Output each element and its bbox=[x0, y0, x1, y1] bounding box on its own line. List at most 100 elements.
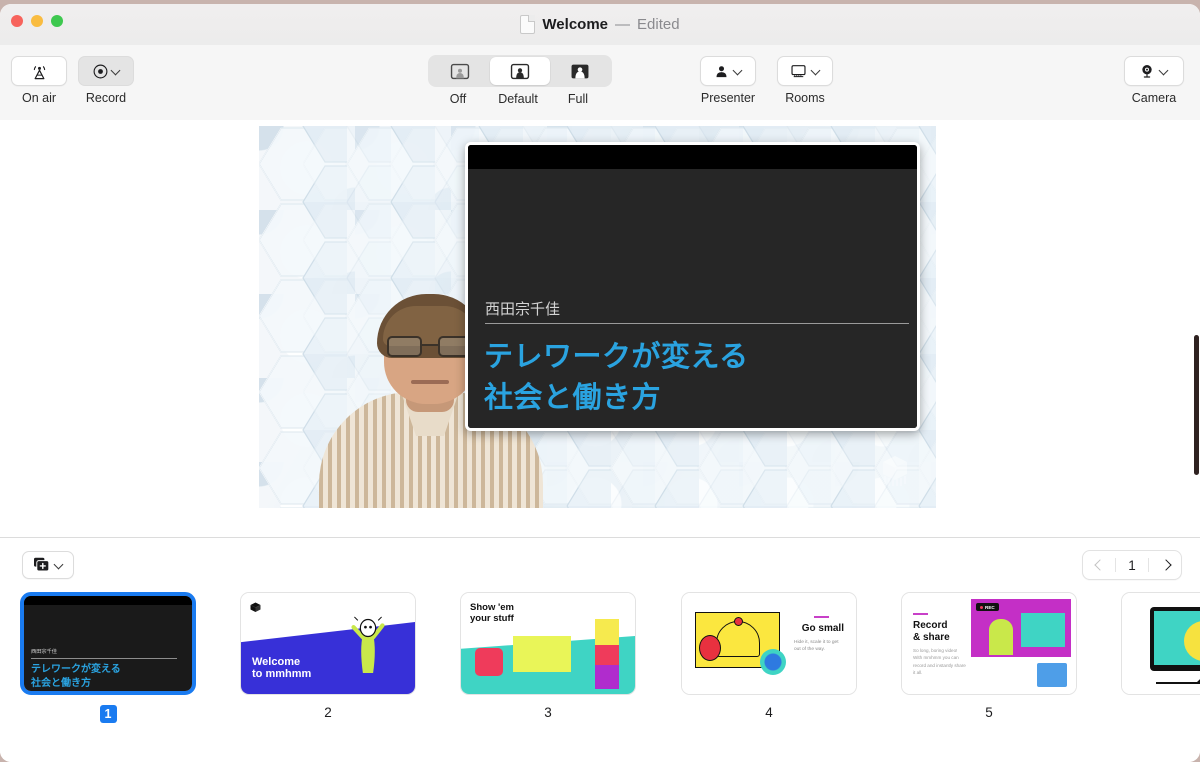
thumb6-monitor-stand bbox=[1196, 669, 1200, 683]
thumb5-blue-inset bbox=[1037, 663, 1067, 687]
glasses-left-lens bbox=[387, 336, 422, 357]
add-slide-chevron-down-icon[interactable] bbox=[55, 561, 64, 570]
presenter-chevron-down-icon[interactable] bbox=[734, 67, 743, 76]
thumb1-divider bbox=[31, 658, 177, 659]
stage-scrollbar-thumb[interactable] bbox=[1194, 335, 1199, 475]
segment-off[interactable] bbox=[430, 57, 490, 85]
slide-number-2: 2 bbox=[324, 705, 332, 720]
thumb4-subtext: Hide it, scale it to get out of the way. bbox=[794, 640, 839, 653]
record-dot-icon bbox=[93, 64, 107, 78]
current-page: 1 bbox=[1116, 551, 1148, 579]
slide-thumbnail-4[interactable]: Go small Hide it, scale it to get out of… bbox=[681, 592, 857, 720]
presenter-label: Presenter bbox=[700, 91, 756, 105]
thumb2-line2: to mmhmm bbox=[252, 668, 312, 681]
stacked-cards-plus-icon bbox=[33, 557, 49, 572]
slide-number-4: 4 bbox=[765, 705, 773, 720]
slide-thumbnail-3[interactable]: Show 'em your stuff 3 bbox=[460, 592, 636, 720]
slide-thumbnail-2-preview[interactable]: Welcome to mmhmm bbox=[240, 592, 416, 695]
thumb1-line1: テレワークが変える bbox=[31, 664, 121, 675]
main-toolbar: On air Record Off Default Full Presenter… bbox=[0, 45, 1200, 120]
thumb2-text: Welcome to mmhmm bbox=[252, 656, 311, 681]
slide-filmstrip: 1 西田宗千佳 テレワークが変える 社会と働き方 1 Welcome to mm… bbox=[0, 538, 1200, 762]
slide-thumbnail-6-preview[interactable] bbox=[1121, 592, 1200, 695]
add-slide-button[interactable] bbox=[22, 551, 74, 579]
presence-mode-group: Off Default Full bbox=[428, 55, 612, 106]
chevron-left-icon bbox=[1095, 561, 1104, 570]
slide-thumbnail-1-preview[interactable]: 西田宗千佳 テレワークが変える 社会と働き方 bbox=[20, 592, 196, 695]
slide-thumbnail-5-preview[interactable]: REC Record & share So long, boring video… bbox=[901, 592, 1077, 695]
presenter-button[interactable] bbox=[700, 56, 756, 86]
thumb1-canvas: 西田宗千佳 テレワークが変える 社会と働き方 bbox=[24, 596, 192, 691]
camera-control[interactable]: Camera bbox=[1124, 56, 1184, 105]
camera-button[interactable] bbox=[1124, 56, 1184, 86]
on-air-button[interactable] bbox=[11, 56, 67, 86]
thumb3-canvas: Show 'em your stuff bbox=[461, 593, 635, 694]
thumb3-text: Show 'em your stuff bbox=[470, 602, 514, 625]
slide-overlay-card[interactable]: 西田宗千佳 テレワークが変える 社会と働き方 bbox=[465, 142, 920, 431]
slide-number-5: 5 bbox=[985, 705, 993, 720]
rooms-control[interactable]: Rooms bbox=[777, 56, 833, 105]
webcam-icon bbox=[1142, 65, 1152, 78]
edited-status: Edited bbox=[637, 16, 680, 33]
stage-scrollbar[interactable] bbox=[1193, 120, 1200, 537]
thumb5-accent-rule bbox=[913, 613, 928, 616]
slide-number-3: 3 bbox=[544, 705, 552, 720]
record-chevron-down-icon[interactable] bbox=[112, 67, 121, 76]
camera-label: Camera bbox=[1131, 91, 1177, 105]
thumb4-circle-badge bbox=[760, 649, 786, 675]
on-air-control[interactable]: On air bbox=[11, 56, 67, 105]
rooms-chevron-down-icon[interactable] bbox=[812, 67, 821, 76]
document-title: Welcome bbox=[542, 16, 609, 33]
thumb5-heading-line1: Record bbox=[913, 620, 948, 631]
thumb4-cherry bbox=[734, 617, 743, 626]
thumb4-canvas: Go small Hide it, scale it to get out of… bbox=[682, 593, 856, 694]
slide-thumbnail-1[interactable]: 西田宗千佳 テレワークが変える 社会と働き方 1 bbox=[20, 592, 196, 723]
rooms-button[interactable] bbox=[777, 56, 833, 86]
thumb6-canvas bbox=[1122, 593, 1200, 694]
segment-default[interactable] bbox=[490, 57, 550, 85]
prev-page-button[interactable] bbox=[1083, 551, 1115, 579]
presence-mode-segmented-control[interactable] bbox=[428, 55, 612, 87]
thumb1-author: 西田宗千佳 bbox=[31, 649, 57, 655]
camera-chevron-down-icon[interactable] bbox=[1160, 67, 1169, 76]
thumb6-monitor bbox=[1150, 607, 1200, 671]
slide-thumbnail-3-preview[interactable]: Show 'em your stuff bbox=[460, 592, 636, 695]
document-icon bbox=[520, 15, 536, 34]
camera-group: Camera bbox=[1124, 56, 1184, 105]
onair-group: On air bbox=[11, 56, 67, 105]
person-frame-default-icon bbox=[510, 63, 530, 79]
slide-heading-1: テレワークが変える bbox=[484, 339, 749, 373]
title-separator: — bbox=[615, 16, 631, 33]
presenter-control[interactable]: Presenter bbox=[700, 56, 756, 105]
slide-thumbnail-list: 西田宗千佳 テレワークが変える 社会と働き方 1 Welcome to mmhm… bbox=[0, 592, 1200, 752]
thumb4-heading: Go small bbox=[801, 623, 844, 634]
thumb5-subtext: So long, boring video! With mmhmm you ca… bbox=[913, 648, 966, 676]
broadcast-tower-icon bbox=[33, 65, 45, 79]
video-preview[interactable]: 西田宗千佳 テレワークが変える 社会と働き方 bbox=[259, 126, 936, 508]
segment-default-label: Default bbox=[498, 92, 538, 106]
thumb2-line1: Welcome bbox=[252, 655, 301, 668]
rec-badge: REC bbox=[976, 603, 999, 611]
thumb3-red-blob bbox=[475, 648, 503, 676]
thumb3-panel-1 bbox=[595, 619, 619, 647]
slide-heading-2: 社会と働き方 bbox=[484, 380, 662, 414]
slide-thumbnail-6[interactable]: 6 bbox=[1121, 592, 1200, 720]
rec-dot-icon bbox=[980, 605, 983, 609]
thumb5-magenta-panel: REC bbox=[971, 599, 1071, 657]
window-title: Welcome — Edited bbox=[0, 4, 1200, 45]
record-button[interactable] bbox=[78, 56, 134, 86]
slide-thumbnail-5[interactable]: REC Record & share So long, boring video… bbox=[901, 592, 1077, 720]
rooms-group: Rooms bbox=[777, 56, 833, 105]
thumb5-heading: Record & share bbox=[913, 620, 950, 644]
segment-full[interactable] bbox=[550, 57, 610, 85]
rooms-label: Rooms bbox=[785, 91, 825, 105]
thumb5-cactus bbox=[989, 619, 1013, 655]
slide-thumbnail-4-preview[interactable]: Go small Hide it, scale it to get out of… bbox=[681, 592, 857, 695]
record-control[interactable]: Record bbox=[78, 56, 134, 105]
slide-thumbnail-2[interactable]: Welcome to mmhmm 2 bbox=[240, 592, 416, 720]
next-page-button[interactable] bbox=[1149, 551, 1181, 579]
glasses-bridge bbox=[422, 344, 438, 346]
page-navigator: 1 bbox=[1082, 550, 1182, 580]
thumb3-panel-3 bbox=[595, 665, 619, 689]
slide-divider bbox=[485, 323, 909, 324]
